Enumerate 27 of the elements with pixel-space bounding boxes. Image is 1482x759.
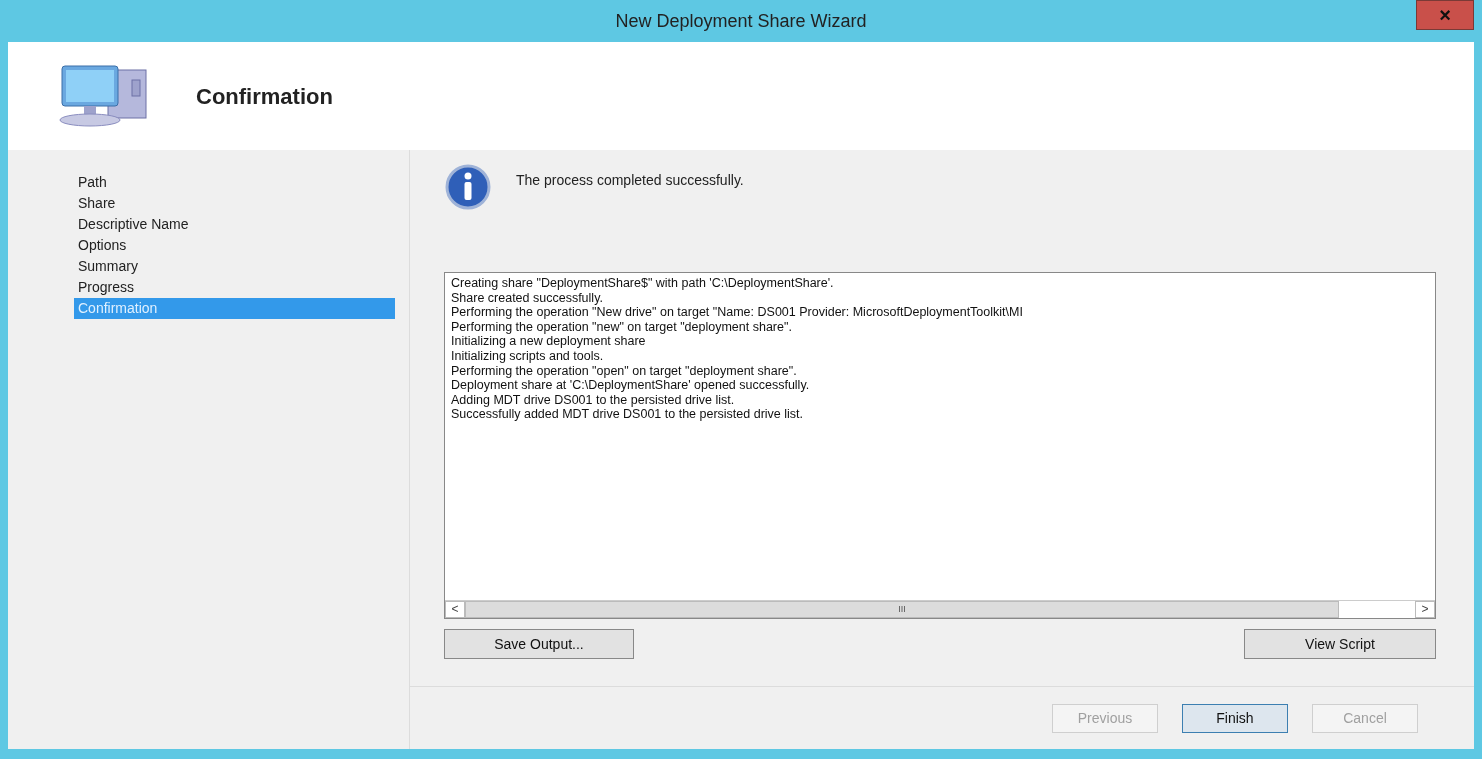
wizard-step[interactable]: Share xyxy=(74,193,395,214)
close-button[interactable]: × xyxy=(1416,0,1474,30)
window-title: New Deployment Share Wizard xyxy=(615,9,867,33)
log-line: Initializing scripts and tools. xyxy=(451,348,605,364)
log-line: Adding MDT drive DS001 to the persisted drive list. xyxy=(451,392,736,408)
status-message: The process completed successfully. xyxy=(516,171,744,190)
scroll-right-button[interactable]: > xyxy=(1415,601,1435,618)
wizard-step[interactable]: Progress xyxy=(74,277,395,298)
scrollbar-thumb[interactable]: III xyxy=(465,601,1339,618)
scroll-left-button[interactable]: < xyxy=(445,601,465,618)
wizard-step[interactable]: Options xyxy=(74,235,395,256)
wizard-step[interactable]: Summary xyxy=(74,256,395,277)
wizard-step[interactable]: Path xyxy=(74,172,395,193)
log-line: Share created successfully. xyxy=(451,290,604,306)
info-icon xyxy=(444,164,492,210)
save-output-button[interactable]: Save Output... xyxy=(444,629,634,659)
view-script-button[interactable]: View Script xyxy=(1244,629,1436,659)
log-line: Creating share "DeploymentShare$" with path 'C:\DeploymentShare'. xyxy=(451,276,835,291)
wizard-step[interactable]: Descriptive Name xyxy=(74,214,395,235)
log-line: Performing the operation "open" on target "deployment share". xyxy=(451,363,798,379)
log-line: Performing the operation "New drive" on target "Name: DS001 Provider: MicrosoftDeploymentToolkit\MI xyxy=(451,305,1024,320)
log-line: Initializing a new deployment share xyxy=(451,334,647,349)
wizard-button[interactable]: Finish xyxy=(1182,703,1288,733)
log-line: Successfully added MDT drive DS001 to the persisted drive list. xyxy=(451,407,804,422)
page-title: Confirmation xyxy=(196,82,333,111)
log-line: Performing the operation "new" on target "deployment share". xyxy=(451,319,793,335)
log-line: Deployment share at 'C:\DeploymentShare' opened successfully. xyxy=(451,378,811,393)
